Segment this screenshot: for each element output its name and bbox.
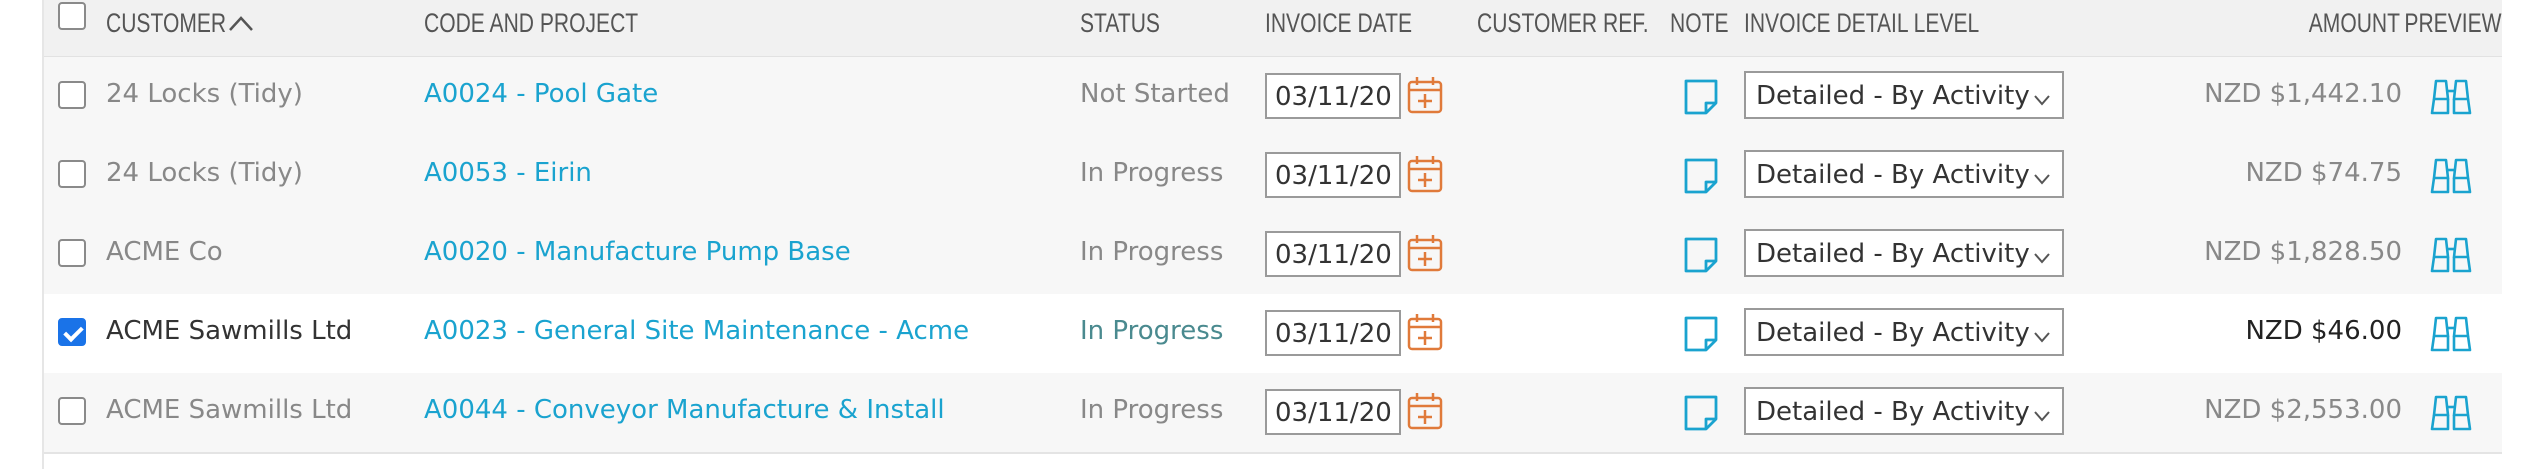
project-link[interactable]: A0053 - Eirin — [424, 158, 592, 188]
binoculars-icon[interactable] — [2428, 154, 2474, 198]
calendar-icon[interactable] — [1406, 75, 1444, 115]
invoice-date-input[interactable]: 03/11/20 — [1265, 152, 1401, 198]
header-amount[interactable]: AMOUNT — [2309, 8, 2400, 39]
row-checkbox[interactable] — [58, 81, 86, 109]
detail-level-value: Detailed - By Activity — [1756, 160, 2030, 190]
amount-value: NZD $46.00 — [2245, 316, 2402, 346]
invoice-date-input[interactable]: 03/11/20 — [1265, 231, 1401, 277]
amount-value: NZD $1,828.50 — [2204, 237, 2402, 267]
row-checkbox[interactable] — [58, 239, 86, 267]
note-icon[interactable] — [1682, 314, 1720, 354]
binoculars-icon[interactable] — [2428, 312, 2474, 356]
detail-level-select[interactable]: Detailed - By Activity — [1744, 229, 2064, 277]
project-link[interactable]: A0044 - Conveyor Manufacture & Install — [424, 395, 945, 425]
invoice-date-input[interactable]: 03/11/20 — [1265, 310, 1401, 356]
header-detail-level: INVOICE DETAIL LEVEL — [1744, 8, 1980, 38]
table-row: ACME Co A0020 - Manufacture Pump Base In… — [44, 215, 2502, 296]
row-checkbox[interactable] — [58, 397, 86, 425]
chevron-up-icon[interactable] — [228, 12, 254, 34]
binoculars-icon[interactable] — [2428, 391, 2474, 435]
detail-level-select[interactable]: Detailed - By Activity — [1744, 387, 2064, 435]
project-link[interactable]: A0023 - General Site Maintenance - Acme — [424, 316, 969, 346]
customer-name: ACME Sawmills Ltd — [106, 395, 353, 425]
chevron-down-icon — [2034, 164, 2050, 185]
calendar-icon[interactable] — [1406, 391, 1444, 431]
detail-level-value: Detailed - By Activity — [1756, 318, 2030, 348]
status-text: In Progress — [1080, 237, 1224, 267]
chevron-down-icon — [2034, 401, 2050, 422]
note-icon[interactable] — [1682, 235, 1720, 275]
header-note: NOTE — [1670, 8, 1729, 38]
note-icon[interactable] — [1682, 77, 1720, 117]
table-row: 24 Locks (Tidy) A0024 - Pool Gate Not St… — [44, 57, 2502, 138]
amount-value: NZD $1,442.10 — [2204, 79, 2402, 109]
detail-level-select[interactable]: Detailed - By Activity — [1744, 150, 2064, 198]
project-link[interactable]: A0024 - Pool Gate — [424, 79, 658, 109]
customer-name: 24 Locks (Tidy) — [106, 79, 303, 109]
binoculars-icon[interactable] — [2428, 233, 2474, 277]
project-link[interactable]: A0020 - Manufacture Pump Base — [424, 237, 851, 267]
calendar-icon[interactable] — [1406, 154, 1444, 194]
calendar-icon[interactable] — [1406, 233, 1444, 273]
header-customer[interactable]: CUSTOMER — [106, 8, 226, 39]
detail-level-select[interactable]: Detailed - By Activity — [1744, 308, 2064, 356]
amount-value: NZD $74.75 — [2245, 158, 2402, 188]
row-checkbox[interactable] — [58, 318, 86, 346]
header-customer-ref[interactable]: CUSTOMER REF. — [1477, 8, 1649, 39]
detail-level-value: Detailed - By Activity — [1756, 239, 2030, 269]
customer-name: 24 Locks (Tidy) — [106, 158, 303, 188]
chevron-down-icon — [2034, 322, 2050, 343]
detail-level-value: Detailed - By Activity — [1756, 81, 2030, 111]
status-text: In Progress — [1080, 316, 1224, 346]
customer-name: ACME Co — [106, 237, 223, 267]
detail-level-value: Detailed - By Activity — [1756, 397, 2030, 427]
status-text: In Progress — [1080, 395, 1224, 425]
calendar-icon[interactable] — [1406, 312, 1444, 352]
select-all-checkbox[interactable] — [58, 2, 86, 30]
header-code-project[interactable]: CODE AND PROJECT — [424, 8, 638, 39]
status-text: Not Started — [1080, 79, 1230, 109]
chevron-down-icon — [2034, 85, 2050, 106]
table-row: ACME Sawmills Ltd A0044 - Conveyor Manuf… — [44, 373, 2502, 454]
detail-level-select[interactable]: Detailed - By Activity — [1744, 71, 2064, 119]
status-text: In Progress — [1080, 158, 1224, 188]
binoculars-icon[interactable] — [2428, 75, 2474, 119]
chevron-down-icon — [2034, 243, 2050, 264]
amount-value: NZD $2,553.00 — [2204, 395, 2402, 425]
header-invoice-date[interactable]: INVOICE DATE — [1265, 8, 1412, 39]
header-preview: PREVIEW — [2404, 8, 2502, 38]
table-row: ACME Sawmills Ltd A0023 - General Site M… — [44, 294, 2502, 375]
note-icon[interactable] — [1682, 393, 1720, 433]
table-header: CUSTOMER CODE AND PROJECT STATUS INVOICE… — [44, 0, 2502, 58]
header-status[interactable]: STATUS — [1080, 8, 1160, 39]
note-icon[interactable] — [1682, 156, 1720, 196]
invoice-table: CUSTOMER CODE AND PROJECT STATUS INVOICE… — [42, 0, 2502, 469]
table-row: 24 Locks (Tidy) A0053 - Eirin In Progres… — [44, 136, 2502, 217]
invoice-date-input[interactable]: 03/11/20 — [1265, 389, 1401, 435]
customer-name: ACME Sawmills Ltd — [106, 316, 353, 346]
invoice-date-input[interactable]: 03/11/20 — [1265, 73, 1401, 119]
row-checkbox[interactable] — [58, 160, 86, 188]
